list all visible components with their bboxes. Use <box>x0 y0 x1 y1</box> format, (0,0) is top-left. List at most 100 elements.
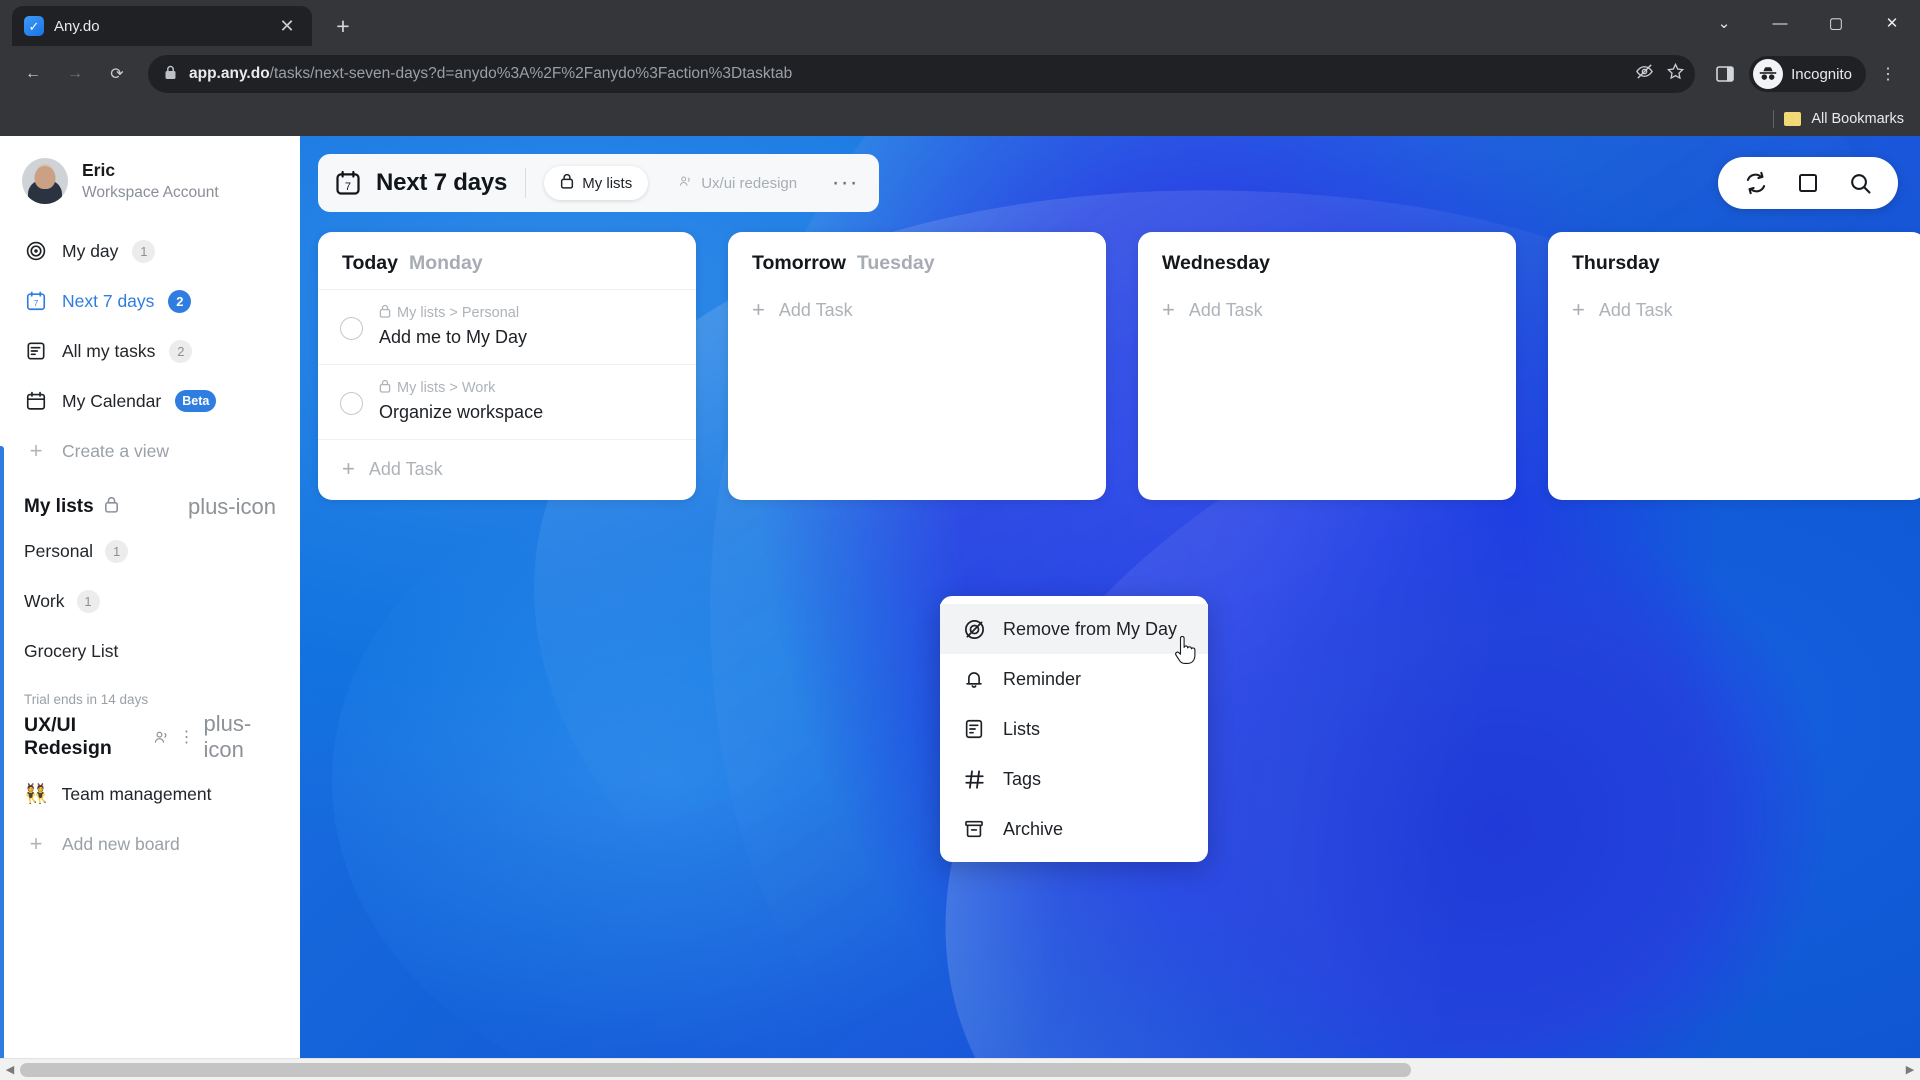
kebab-menu-icon[interactable]: ⋮ <box>179 727 195 747</box>
sidebar-item-work[interactable]: Work 1 <box>0 576 300 626</box>
sidebar-item-grocery-list[interactable]: Grocery List <box>0 626 300 676</box>
hash-icon <box>962 767 986 791</box>
day-columns: Today Monday My lists > Personal Add me … <box>318 232 1920 500</box>
task-checkbox[interactable] <box>340 317 363 340</box>
minimize-button[interactable]: — <box>1752 0 1808 46</box>
layout-square-icon[interactable] <box>1794 169 1822 197</box>
add-task-button[interactable]: + Add Task <box>1138 289 1516 331</box>
add-task-button[interactable]: + Add Task <box>728 289 1106 331</box>
task-checkbox[interactable] <box>340 392 363 415</box>
divider <box>525 168 527 198</box>
tab-my-lists[interactable]: My lists <box>544 166 649 200</box>
sidebar-item-my-day[interactable]: My day 1 <box>14 226 286 276</box>
sidebar-item-my-calendar[interactable]: My Calendar Beta <box>14 376 286 426</box>
board-item-label: Team management <box>61 783 212 804</box>
tab-search-chevron-icon[interactable]: ⌄ <box>1696 0 1752 46</box>
new-tab-button[interactable]: + <box>326 9 360 43</box>
mouse-cursor-pointer-icon <box>1172 635 1198 671</box>
folder-icon <box>1784 112 1802 126</box>
column-date: Monday <box>408 252 483 274</box>
create-view-button[interactable]: + Create a view <box>14 426 286 476</box>
profile-chip[interactable]: Incognito <box>1749 56 1866 92</box>
sidebar-item-personal[interactable]: Personal 1 <box>0 526 300 576</box>
close-icon[interactable]: ✕ <box>274 13 300 39</box>
scrollbar-thumb[interactable] <box>20 1062 1412 1077</box>
task-title: Add me to My Day <box>379 327 528 347</box>
forward-icon[interactable]: → <box>56 55 94 93</box>
add-board-item-button[interactable]: plus-icon <box>204 711 276 763</box>
incognito-icon <box>1753 59 1784 89</box>
browser-tab[interactable]: ✓ Any.do ✕ <box>12 6 312 46</box>
scroll-right-icon[interactable]: ▶ <box>1900 1063 1920 1076</box>
menu-item-reminder[interactable]: Reminder <box>940 654 1208 704</box>
board-topbar: 7 Next 7 days My lists Ux/ui redesign ··… <box>318 154 1898 212</box>
back-icon[interactable]: ← <box>14 55 52 93</box>
address-bar[interactable]: app.any.do/tasks/next-seven-days?d=anydo… <box>148 55 1696 93</box>
scrollbar-track[interactable] <box>20 1059 1900 1080</box>
eye-slash-icon[interactable] <box>1635 62 1654 86</box>
add-new-board-button[interactable]: + Add new board <box>0 819 300 869</box>
add-task-button[interactable]: + Add Task <box>1548 289 1920 331</box>
dancers-emoji-icon: 👯 <box>24 784 48 805</box>
menu-item-remove-from-my-day[interactable]: Remove from My Day <box>940 604 1208 654</box>
tab-ux-ui-redesign[interactable]: Ux/ui redesign <box>662 166 813 200</box>
more-options-button[interactable]: ··· <box>827 165 863 201</box>
horizontal-scrollbar[interactable]: ◀ ▶ <box>0 1058 1920 1080</box>
menu-item-lists[interactable]: Lists <box>940 704 1208 754</box>
reload-icon[interactable]: ⟳ <box>98 55 136 93</box>
page-title: Next 7 days <box>376 169 508 196</box>
add-list-button[interactable]: plus-icon <box>188 494 276 520</box>
maximize-button[interactable]: ▢ <box>1808 0 1864 46</box>
menu-item-archive[interactable]: Archive <box>940 804 1208 854</box>
badge-count: 1 <box>76 589 100 613</box>
people-icon[interactable] <box>153 729 170 746</box>
task-row[interactable]: My lists > Personal Add me to My Day <box>318 289 696 364</box>
sync-icon[interactable] <box>1742 169 1770 197</box>
kebab-menu-icon[interactable]: ⋮ <box>1870 56 1906 92</box>
day-column-thursday: Thursday + Add Task <box>1548 232 1920 500</box>
sidebar-item-label: My day <box>62 240 119 261</box>
badge-count: 2 <box>168 289 192 313</box>
column-header: Thursday <box>1548 250 1920 289</box>
search-icon[interactable] <box>1846 169 1874 197</box>
close-window-button[interactable]: ✕ <box>1864 0 1920 46</box>
add-task-button[interactable]: + Add Task <box>318 439 696 490</box>
task-row[interactable]: My lists > Work Organize workspace <box>318 364 696 439</box>
sidebar-item-label: All my tasks <box>62 340 156 361</box>
column-date: Tuesday <box>856 252 935 274</box>
target-icon <box>24 239 48 263</box>
profile-section[interactable]: Eric Workspace Account <box>0 158 300 224</box>
sidebar-item-next-7-days[interactable]: 7 Next 7 days 2 <box>14 276 286 326</box>
my-lists-title: My lists <box>24 496 94 517</box>
sidebar-item-all-my-tasks[interactable]: All my tasks 2 <box>14 326 286 376</box>
side-panel-icon[interactable] <box>1707 56 1743 92</box>
omnibox-actions <box>1635 62 1685 86</box>
lock-icon <box>104 496 119 518</box>
task-breadcrumb: My lists > Work <box>379 379 543 397</box>
sidebar-item-label: Next 7 days <box>62 290 155 311</box>
svg-text:7: 7 <box>34 299 39 308</box>
board-header: UX/UI Redesign ⋮ plus-icon <box>0 707 300 769</box>
menu-item-tags[interactable]: Tags <box>940 754 1208 804</box>
sidebar-item-team-management[interactable]: 👯 Team management <box>0 769 300 819</box>
svg-text:7: 7 <box>345 181 351 193</box>
scroll-left-icon[interactable]: ◀ <box>0 1063 20 1076</box>
badge-count: 1 <box>132 239 156 263</box>
lock-icon <box>379 304 391 322</box>
url-text: app.any.do/tasks/next-seven-days?d=anydo… <box>189 65 792 83</box>
profile-label: Incognito <box>1791 65 1852 83</box>
calendar-7-icon: 7 <box>334 169 362 197</box>
url-path: /tasks/next-seven-days?d=anydo%3A%2F%2Fa… <box>269 65 793 82</box>
star-icon[interactable] <box>1666 62 1685 86</box>
sidebar-accent-bar <box>0 446 4 1058</box>
browser-window: ✓ Any.do ✕ + ⌄ — ▢ ✕ ← → ⟳ app.any.do/ta… <box>0 0 1920 1080</box>
task-context-menu: Remove from My Day Reminder Lists Tags A… <box>940 596 1208 862</box>
board-tools <box>1718 157 1898 209</box>
breadcrumb-text: My lists > Work <box>397 380 496 396</box>
people-icon <box>678 174 693 193</box>
plus-icon: + <box>1162 297 1175 322</box>
remove-from-my-day-icon <box>962 617 986 641</box>
list-label: Personal <box>24 540 94 561</box>
trial-notice: Trial ends in 14 days <box>24 692 149 707</box>
all-bookmarks-label[interactable]: All Bookmarks <box>1811 111 1904 127</box>
